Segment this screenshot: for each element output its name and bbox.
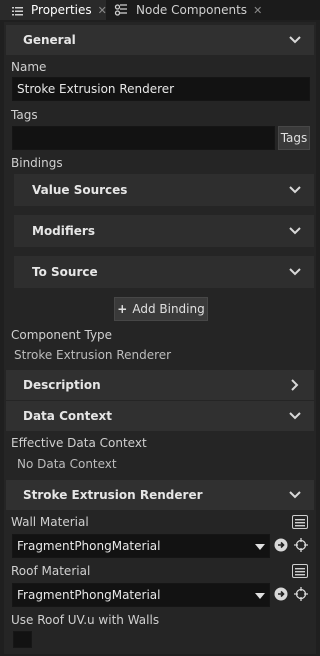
section-general[interactable]: General bbox=[6, 25, 314, 55]
dropdown-arrow-icon bbox=[255, 588, 267, 602]
subsection-to-source-title: To Source bbox=[32, 265, 98, 279]
name-field[interactable]: Stroke Extrusion Renderer bbox=[12, 77, 310, 101]
roof-material-label: Roof Material bbox=[11, 564, 91, 578]
list-icon bbox=[12, 5, 23, 16]
section-data-context[interactable]: Data Context bbox=[6, 401, 314, 431]
section-general-title: General bbox=[23, 33, 76, 47]
subsection-modifiers-title: Modifiers bbox=[32, 224, 95, 238]
section-stroke-extrusion-renderer[interactable]: Stroke Extrusion Renderer bbox=[6, 480, 314, 510]
tags-button[interactable]: Tags bbox=[278, 126, 310, 150]
effective-data-context-value: No Data Context bbox=[17, 457, 117, 471]
subsection-to-source[interactable]: To Source bbox=[14, 256, 314, 288]
reset-icon[interactable] bbox=[273, 586, 289, 602]
chevron-down-icon bbox=[288, 33, 302, 47]
component-type-value: Stroke Extrusion Renderer bbox=[14, 348, 172, 362]
wall-material-select[interactable]: FragmentPhongMaterial bbox=[12, 534, 270, 558]
tab-properties-label: Properties bbox=[31, 3, 92, 17]
bindings-label: Bindings bbox=[11, 156, 63, 170]
name-label: Name bbox=[11, 60, 47, 74]
subsection-value-sources[interactable]: Value Sources bbox=[14, 174, 314, 206]
add-binding-label: Add Binding bbox=[132, 302, 205, 316]
tab-node-components[interactable]: Node Components ✕ bbox=[114, 0, 264, 20]
add-binding-button[interactable]: + Add Binding bbox=[114, 297, 208, 321]
chevron-down-icon bbox=[288, 224, 302, 238]
tab-properties[interactable]: Properties ✕ bbox=[0, 0, 107, 20]
chevron-right-icon bbox=[288, 378, 302, 392]
target-icon[interactable] bbox=[293, 537, 309, 553]
roof-material-value: FragmentPhongMaterial bbox=[17, 588, 161, 602]
components-icon bbox=[114, 4, 128, 16]
component-type-label: Component Type bbox=[11, 328, 113, 342]
target-icon[interactable] bbox=[293, 586, 309, 602]
tab-node-components-label: Node Components bbox=[136, 3, 248, 17]
wall-material-value: FragmentPhongMaterial bbox=[17, 539, 161, 553]
material-browser-icon[interactable] bbox=[291, 514, 309, 530]
effective-data-context-label: Effective Data Context bbox=[11, 436, 147, 450]
roof-material-select[interactable]: FragmentPhongMaterial bbox=[12, 583, 270, 607]
close-icon[interactable]: ✕ bbox=[253, 4, 262, 17]
chevron-down-icon bbox=[288, 265, 302, 279]
subsection-value-sources-title: Value Sources bbox=[32, 183, 128, 197]
reset-icon[interactable] bbox=[273, 537, 289, 553]
material-browser-icon[interactable] bbox=[291, 563, 309, 579]
subsection-modifiers[interactable]: Modifiers bbox=[14, 215, 314, 247]
close-icon[interactable]: ✕ bbox=[98, 4, 107, 17]
section-renderer-title: Stroke Extrusion Renderer bbox=[23, 488, 203, 502]
section-description-title: Description bbox=[23, 378, 101, 392]
chevron-down-icon bbox=[288, 488, 302, 502]
use-roof-uv-label: Use Roof UV.u with Walls bbox=[11, 613, 160, 627]
tags-input[interactable] bbox=[12, 126, 275, 150]
section-data-context-title: Data Context bbox=[23, 409, 113, 423]
dropdown-arrow-icon bbox=[255, 539, 267, 553]
section-description[interactable]: Description bbox=[6, 370, 314, 400]
wall-material-label: Wall Material bbox=[11, 515, 89, 529]
tags-label: Tags bbox=[11, 108, 38, 122]
use-roof-uv-checkbox[interactable] bbox=[13, 631, 32, 648]
chevron-down-icon bbox=[288, 183, 302, 197]
plus-icon: + bbox=[117, 302, 128, 316]
chevron-down-icon bbox=[288, 409, 302, 423]
